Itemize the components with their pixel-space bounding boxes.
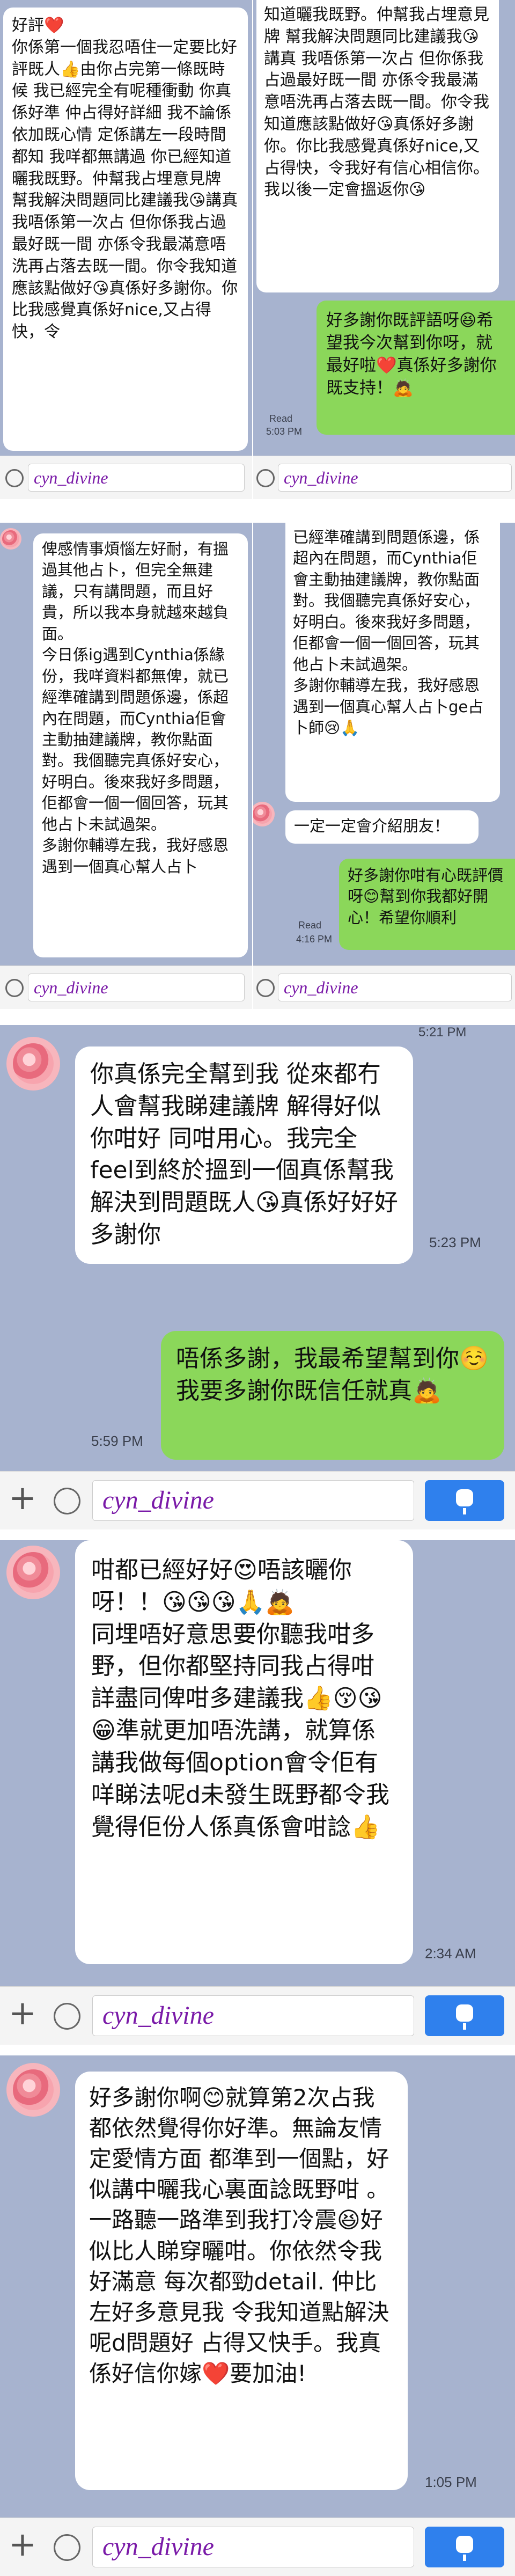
screenshot-panel-1-left: 好評❤️ 你係第一個我忍唔住一定要比好評既人👍由你占完第一條既時候 我已經完全有… [0, 0, 252, 499]
rose-icon [13, 1552, 54, 1593]
rose-icon [2, 530, 19, 547]
message-input-bar: cyn_divine [253, 965, 515, 1009]
microphone-icon[interactable] [425, 1480, 504, 1521]
message-timestamp: 5:03 PM [266, 426, 303, 437]
message-timestamp: 5:21 PM [418, 1025, 467, 1040]
screenshot-panel-2-right: 已經準確講到問題係邊，係超內在問題，而Cynthia佢會主動抽建議牌，教你點面對… [253, 523, 515, 1009]
screenshot-panel-2-left: 俾感情事煩惱左好耐，有搵過其他占卜，但完全無建議，只有講問題，而且好貴，所以我本… [0, 523, 252, 1009]
avatar [6, 1037, 60, 1091]
screenshot-panel-5: 好多謝你啊😊就算第2次占我都依然覺得你好準。無論友情定愛情方面 都準到一個點，好… [0, 2055, 515, 2576]
reply-message-bubble: 唔係多謝，我最希望幫到你☺️ 我要多謝你既信任就真🙇 [161, 1331, 504, 1460]
review-message-bubble: 知道曬我既野。仲幫我占埋意見牌 幫我解決問題同比建議我😘講真 我唔係第一次占 但… [256, 0, 499, 292]
microphone-icon[interactable] [425, 1995, 504, 2036]
avatar [6, 2063, 60, 2117]
plus-icon[interactable]: + [9, 2528, 36, 2561]
rose-icon [13, 1043, 54, 1084]
panel-divider [0, 1529, 515, 1540]
microphone-icon[interactable] [425, 2527, 504, 2567]
message-input[interactable]: cyn_divine [92, 1480, 414, 1521]
message-timestamp: 1:05 PM [425, 2474, 477, 2490]
message-input[interactable]: cyn_divine [92, 1995, 414, 2036]
review-message-bubble: 已經準確講到問題係邊，係超內在問題，而Cynthia佢會主動抽建議牌，教你點面對… [285, 523, 500, 802]
read-receipt: Read [298, 920, 322, 931]
rose-icon [13, 2069, 54, 2110]
emoji-icon[interactable] [256, 469, 275, 487]
avatar [6, 1546, 60, 1599]
screenshot-panel-4: 咁都已經好好😍唔該曬你呀！！😘😘😘🙏🙇 同埋唔好意思要你聽我咁多野，但你都堅持同… [0, 1540, 515, 2045]
screenshot-panel-1-right: 知道曬我既野。仲幫我占埋意見牌 幫我解決問題同比建議我😘講真 我唔係第一次占 但… [253, 0, 515, 499]
emoji-icon[interactable] [54, 1488, 80, 1514]
screenshot-panel-3: 5:21 PM 你真係完全幫到我 從來都冇人會幫我睇建議牌 解得好似你咁好 同咁… [0, 1025, 515, 1529]
emoji-icon[interactable] [54, 2003, 80, 2030]
message-timestamp: 5:59 PM [91, 1433, 143, 1449]
message-input-bar: cyn_divine [0, 456, 252, 499]
message-input[interactable]: cyn_divine [278, 974, 512, 1001]
review-message-bubble: 俾感情事煩惱左好耐，有搵過其他占卜，但完全無建議，只有講問題，而且好貴，所以我本… [33, 533, 248, 957]
panel-divider [0, 499, 515, 523]
review-message-bubble: 好評❤️ 你係第一個我忍唔住一定要比好評既人👍由你占完第一條既時候 我已經完全有… [3, 8, 248, 451]
panel-divider [0, 1009, 515, 1025]
reply-message-bubble: 一定一定會介紹朋友！ [285, 810, 479, 844]
avatar [0, 528, 21, 550]
message-input-bar: cyn_divine [0, 965, 252, 1009]
review-message-bubble: 你真係完全幫到我 從來都冇人會幫我睇建議牌 解得好似你咁好 同咁用心。我完全fe… [75, 1046, 413, 1264]
message-timestamp: 5:23 PM [429, 1234, 481, 1250]
plus-icon[interactable]: + [9, 1996, 36, 2030]
message-input[interactable]: cyn_divine [28, 464, 245, 492]
message-input[interactable]: cyn_divine [28, 974, 245, 1001]
emoji-icon[interactable] [5, 469, 24, 487]
message-timestamp: 4:16 PM [296, 934, 333, 945]
message-timestamp: 2:34 AM [425, 1945, 476, 1962]
message-input-bar: + cyn_divine [0, 2518, 515, 2576]
rose-icon [253, 804, 272, 824]
avatar [253, 802, 275, 826]
message-input-bar: + cyn_divine [0, 1471, 515, 1529]
panel-divider [0, 2045, 515, 2055]
message-input-bar: cyn_divine [253, 456, 515, 499]
review-message-bubble: 好多謝你啊😊就算第2次占我都依然覺得你好準。無論友情定愛情方面 都準到一個點，好… [75, 2072, 408, 2490]
message-input-bar: + cyn_divine [0, 1986, 515, 2045]
message-input[interactable]: cyn_divine [92, 2527, 414, 2567]
review-message-bubble: 咁都已經好好😍唔該曬你呀！！😘😘😘🙏🙇 同埋唔好意思要你聽我咁多野，但你都堅持同… [75, 1540, 413, 1964]
emoji-icon[interactable] [256, 979, 275, 997]
emoji-icon[interactable] [54, 2534, 80, 2561]
message-input[interactable]: cyn_divine [278, 464, 512, 492]
read-receipt: Read [269, 413, 293, 424]
emoji-icon[interactable] [5, 979, 24, 997]
plus-icon[interactable]: + [9, 1481, 36, 1514]
reply-message-bubble: 好多謝你咁有心既評價呀😊幫到你我都好開心！希望你順利 [339, 859, 515, 950]
reply-message-bubble: 好多謝你既評語呀😆希望我今次幫到你呀，就最好啦❤️真係好多謝你既支持！🙇 [317, 301, 515, 435]
